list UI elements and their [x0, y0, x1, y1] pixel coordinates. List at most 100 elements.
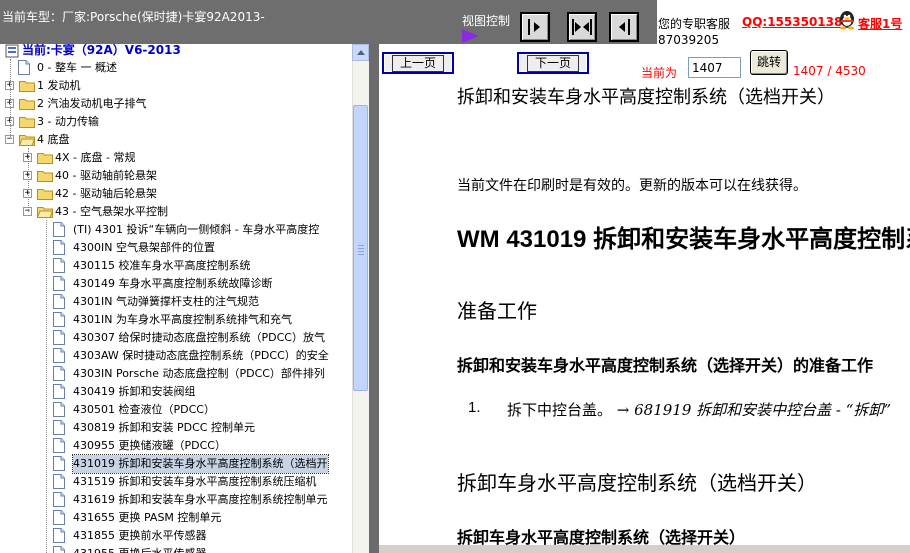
tree-item-label: 2 汽油发动机电子排气 [37, 97, 147, 110]
tree-item-label: 431955 更换后水平传感器 [73, 545, 207, 553]
navigation-tree: 当前:卡宴（92A）V6-2013 0 - 整车 一 概述 +1 发动机 +2 汽油发… [0, 44, 369, 553]
folder-icon [19, 117, 35, 128]
tree-item[interactable]: 4303IN Porsche 动态底盘控制（PDCC）部件排列 [0, 365, 369, 383]
page-number-input[interactable] [688, 57, 741, 78]
jump-button[interactable]: 跳转 [750, 50, 788, 75]
tree-item[interactable]: +1 发动机 [0, 77, 369, 95]
tree-item[interactable]: 431655 更换 PASM 控制单元 [0, 509, 369, 527]
next-page-button[interactable]: 下一页 [517, 52, 589, 74]
document-icon [53, 456, 65, 471]
tree-item[interactable]: −43 - 空气悬架水平控制 [0, 203, 369, 221]
tree-item[interactable]: +42 - 驱动轴后轮悬架 [0, 185, 369, 203]
document-icon [53, 474, 65, 489]
split-view-button[interactable] [567, 12, 597, 42]
tree-item[interactable]: 431019 拆卸和安装车身水平高度控制系统（选档开 [0, 454, 369, 474]
arrow-right-icon [528, 19, 540, 35]
document-icon [53, 222, 65, 237]
step-instruction: 拆下中控台盖。 [507, 401, 613, 419]
tree-item[interactable]: 0 - 整车 一 概述 [0, 59, 369, 77]
document-icon [53, 546, 65, 553]
app-window: 当前车型：厂家:Porsche(保时捷)卡宴92A2013- 视图控制 您的专职… [0, 0, 910, 553]
document-header-title: 拆卸和安装车身水平高度控制系统（选档开关） [457, 87, 835, 108]
document-icon [53, 240, 65, 255]
tree-item-label: 4303AW 保时捷动态底盘控制系统（PDCC）的安全 [73, 349, 329, 362]
document-icon [53, 528, 65, 543]
tree-item[interactable]: +2 汽油发动机电子排气 [0, 95, 369, 113]
document-icon [53, 330, 65, 345]
preparation-description: 拆卸和安装车身水平高度控制系统（选择开关）的准备工作 [457, 356, 874, 375]
prev-page-label: 上一页 [391, 55, 444, 72]
tree-item[interactable]: 430115 校准车身水平高度控制系统 [0, 257, 369, 275]
support-label: 您的专职客服 [658, 17, 731, 31]
tree-guide-line [46, 220, 47, 553]
document-horizontal-scrollbar[interactable] [379, 545, 910, 553]
tree-item-label: (TI) 4301 投诉“车辆向一侧倾斜 - 车身水平高度控 [73, 223, 320, 236]
tree-item[interactable]: 4300IN 空气悬架部件的位置 [0, 239, 369, 257]
tree-item[interactable]: 430307 给保时捷动态底盘控制系统（PDCC）放气 [0, 329, 369, 347]
tree-item[interactable]: 430149 车身水平高度控制系统故障诊断 [0, 275, 369, 293]
folder-icon [19, 99, 35, 110]
tree-item-label: 4303IN Porsche 动态底盘控制（PDCC）部件排列 [73, 367, 325, 380]
expand-right-button[interactable] [520, 12, 550, 42]
tree-item-label: 431519 拆卸和安装车身水平高度控制系统压缩机 [73, 475, 317, 488]
tree-item[interactable]: 4303AW 保时捷动态底盘控制系统（PDCC）的安全 [0, 347, 369, 365]
tree-item[interactable]: +3 - 动力传输 [0, 113, 369, 131]
tree-item-label: 4 底盘 [37, 133, 70, 146]
step-reference-link[interactable]: → 681919 拆卸和安装中控台盖 - “拆卸” [617, 401, 891, 419]
page-count: 1407 / 4530 [793, 64, 866, 78]
tree-item-label: 430819 拆卸和安装 PDCC 控制单元 [73, 421, 255, 434]
tree-item-label: 431855 更换前水平传感器 [73, 529, 207, 542]
service-1-link[interactable]: 客服1号 [858, 15, 902, 32]
tree-item[interactable]: 4301IN 气动弹簧撑杆支柱的注气规范 [0, 293, 369, 311]
tree-current-label: 当前:卡宴（92A）V6-2013 [22, 44, 181, 57]
tree-item[interactable]: 431619 拆卸和安装车身水平高度控制系统控制单元 [0, 491, 369, 509]
tree-item[interactable]: 430501 检查液位（PDCC） [0, 401, 369, 419]
tree-item[interactable]: (TI) 4301 投诉“车辆向一侧倾斜 - 车身水平高度控 [0, 221, 369, 239]
pane-splitter[interactable] [369, 44, 379, 553]
document-icon [53, 276, 65, 291]
tree-item[interactable]: 431519 拆卸和安装车身水平高度控制系统压缩机 [0, 473, 369, 491]
tree-item[interactable]: +4X - 底盘 - 常规 [0, 149, 369, 167]
prev-page-button[interactable]: 上一页 [382, 52, 454, 74]
tree-guide-line [10, 59, 11, 139]
preparation-heading: 准备工作 [457, 299, 537, 323]
tree-item-label: 430115 校准车身水平高度控制系统 [73, 259, 251, 272]
tree-item[interactable]: 431955 更换后水平传感器 [0, 545, 369, 553]
tree-item[interactable]: 430819 拆卸和安装 PDCC 控制单元 [0, 419, 369, 437]
tree-item-label: 430419 拆卸和安装阀组 [73, 385, 196, 398]
tree-item-label: 40 - 驱动轴前轮悬架 [55, 169, 157, 182]
tree-item[interactable]: 431855 更换前水平传感器 [0, 527, 369, 545]
tree-item[interactable]: 430419 拆卸和安装阀组 [0, 383, 369, 401]
document-icon [53, 348, 65, 363]
document-icon [53, 258, 65, 273]
folder-open-icon [37, 207, 53, 218]
tree-item[interactable]: +40 - 驱动轴前轮悬架 [0, 167, 369, 185]
tree-item-label: 4301IN 为车身水平高度控制系统排气和充气 [73, 313, 292, 326]
tree-item-label-selected: 431019 拆卸和安装车身水平高度控制系统（选档开 [72, 454, 329, 474]
arrows-in-icon [572, 19, 592, 35]
tree-item-label: 431655 更换 PASM 控制单元 [73, 511, 222, 524]
tree-item-label: 3 - 动力传输 [37, 115, 99, 128]
qq-penguin-icon[interactable] [838, 10, 856, 30]
current-model-label: 当前车型：厂家:Porsche(保时捷)卡宴92A2013- [2, 10, 265, 24]
tree-item[interactable]: −4 底盘 [0, 131, 369, 149]
tree-item-label: 4X - 底盘 - 常规 [55, 151, 136, 164]
scroll-up-button[interactable] [352, 44, 369, 61]
tree-item-label: 0 - 整车 一 概述 [37, 61, 117, 74]
tree-item-label: 42 - 驱动轴后轮悬架 [55, 187, 157, 200]
document-icon [53, 294, 65, 309]
folder-icon [37, 171, 53, 182]
document-icon [53, 402, 65, 417]
tree-item[interactable]: 4301IN 为车身水平高度控制系统排气和充气 [0, 311, 369, 329]
support-qq-link[interactable]: QQ:1553501388 [742, 15, 851, 29]
expand-left-button[interactable] [609, 12, 639, 42]
document-icon [53, 312, 65, 327]
scroll-thumb[interactable] [353, 105, 368, 391]
document-validity-note: 当前文件在印刷时是有效的。更新的版本可以在线获得。 [457, 178, 807, 194]
tree-item[interactable]: 430955 更换储液罐（PDCC） [0, 437, 369, 455]
document-icon [53, 438, 65, 453]
folder-icon [37, 153, 53, 164]
folder-icon [19, 81, 35, 92]
tree-item-label: 430501 检查液位（PDCC） [73, 403, 215, 416]
car-icon [5, 44, 19, 58]
